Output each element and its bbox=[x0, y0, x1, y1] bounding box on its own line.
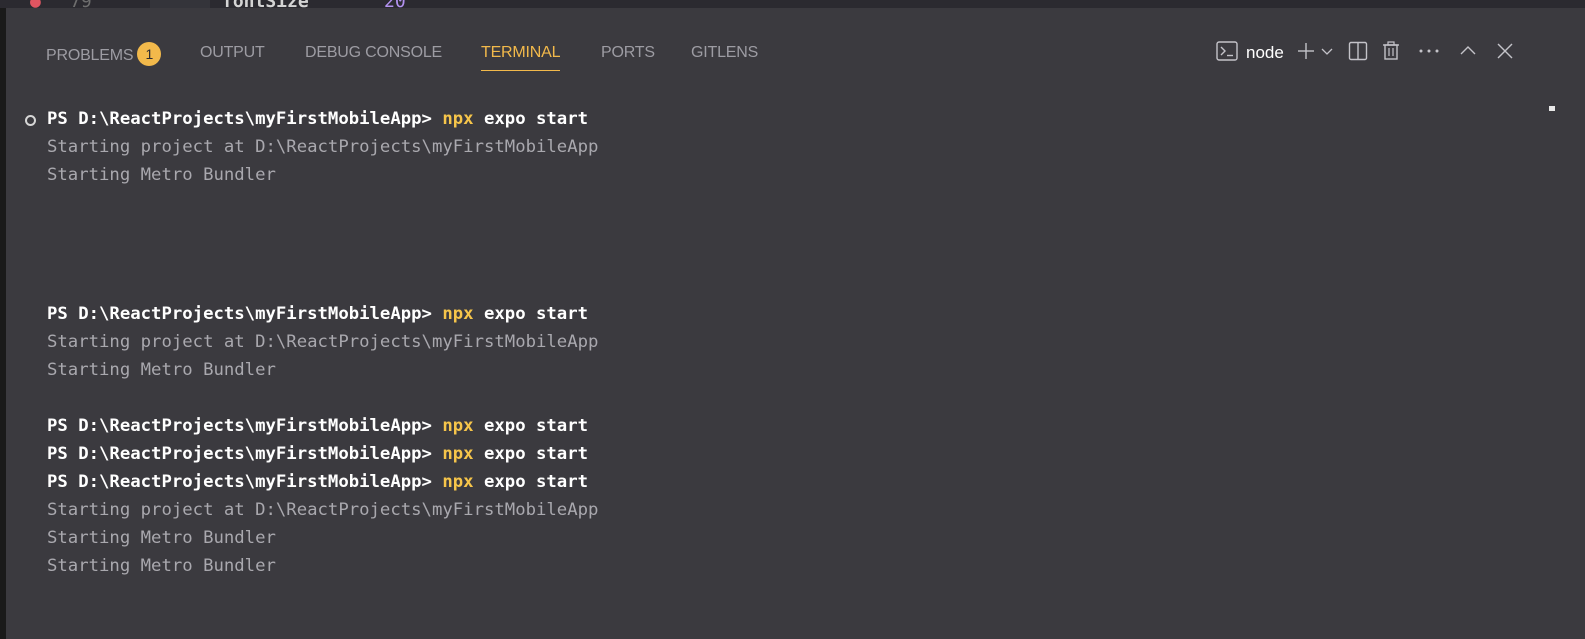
editor-code-value: 20 bbox=[384, 0, 406, 8]
prompt-text: PS D:\ReactProjects\myFirstMobileApp> bbox=[47, 304, 443, 324]
tab-debug-console[interactable]: DEBUG CONSOLE bbox=[305, 44, 442, 62]
tab-debug-console-label: DEBUG CONSOLE bbox=[305, 44, 442, 61]
split-terminal-button[interactable] bbox=[1348, 41, 1368, 65]
trash-icon bbox=[1382, 41, 1400, 65]
terminal-output[interactable]: PS D:\ReactProjects\myFirstMobileApp> np… bbox=[6, 106, 1546, 639]
command-args: expo start bbox=[473, 416, 589, 436]
tab-output[interactable]: OUTPUT bbox=[200, 44, 265, 62]
command-npx: npx bbox=[442, 304, 474, 324]
tab-gitlens-label: GITLENS bbox=[691, 44, 759, 61]
terminal-output-line: Starting project at D:\ReactProjects\myF… bbox=[47, 332, 599, 352]
problems-count-badge: 1 bbox=[137, 42, 162, 66]
split-icon bbox=[1348, 41, 1368, 65]
more-actions-button[interactable] bbox=[1418, 41, 1440, 65]
prompt-text: PS D:\ReactProjects\myFirstMobileApp> bbox=[47, 416, 443, 436]
terminal-selector[interactable]: node bbox=[1216, 41, 1284, 65]
terminal-command-line: PS D:\ReactProjects\myFirstMobileApp> np… bbox=[47, 106, 588, 134]
command-args: expo start bbox=[473, 444, 589, 464]
command-npx: npx bbox=[442, 472, 474, 492]
tab-problems-label: PROBLEMS bbox=[46, 47, 134, 65]
editor-line-number: 79 bbox=[70, 0, 92, 8]
editor-peek: ● 79 fontSize 20 bbox=[0, 0, 1585, 8]
bottom-panel: PROBLEMS 1 OUTPUT DEBUG CONSOLE TERMINAL … bbox=[6, 8, 1585, 639]
close-icon bbox=[1496, 41, 1514, 65]
tab-terminal[interactable]: TERMINAL bbox=[481, 44, 561, 71]
terminal-command-line: PS D:\ReactProjects\myFirstMobileApp> np… bbox=[47, 301, 588, 329]
terminal-actions: node bbox=[1216, 38, 1514, 68]
terminal-command-line: PS D:\ReactProjects\myFirstMobileApp> np… bbox=[47, 413, 588, 441]
prompt-text: PS D:\ReactProjects\myFirstMobileApp> bbox=[47, 444, 443, 464]
editor-code-fragment: fontSize bbox=[222, 0, 309, 8]
launch-profile-button[interactable] bbox=[1320, 41, 1334, 65]
editor-gutter bbox=[150, 0, 210, 8]
command-args: expo start bbox=[473, 304, 589, 324]
chevron-down-icon bbox=[1320, 41, 1334, 65]
terminal-output-line: Starting Metro Bundler bbox=[47, 360, 276, 380]
terminal-command-line: PS D:\ReactProjects\myFirstMobileApp> np… bbox=[47, 469, 588, 497]
terminal-scrollbar[interactable] bbox=[1547, 102, 1585, 639]
breakpoint-dot: ● bbox=[30, 0, 41, 8]
command-npx: npx bbox=[442, 109, 474, 129]
command-npx: npx bbox=[442, 444, 474, 464]
panel-tab-bar: PROBLEMS 1 OUTPUT DEBUG CONSOLE TERMINAL … bbox=[6, 8, 1585, 71]
active-tab-indicator bbox=[481, 70, 561, 71]
prompt-text: PS D:\ReactProjects\myFirstMobileApp> bbox=[47, 472, 443, 492]
kill-terminal-button[interactable] bbox=[1382, 41, 1400, 65]
command-decoration-icon bbox=[25, 115, 36, 126]
terminal-name: node bbox=[1246, 43, 1284, 62]
tab-output-label: OUTPUT bbox=[200, 44, 265, 61]
prompt-text: PS D:\ReactProjects\myFirstMobileApp> bbox=[47, 109, 443, 129]
terminal-icon bbox=[1216, 41, 1238, 65]
scrollbar-cursor-marker bbox=[1549, 106, 1555, 111]
tab-ports-label: PORTS bbox=[601, 44, 655, 61]
terminal-output-line: Starting project at D:\ReactProjects\myF… bbox=[47, 500, 599, 520]
close-panel-button[interactable] bbox=[1496, 41, 1514, 65]
tab-ports[interactable]: PORTS bbox=[601, 44, 655, 62]
terminal-output-line: Starting Metro Bundler bbox=[47, 528, 276, 548]
tab-gitlens[interactable]: GITLENS bbox=[691, 44, 758, 62]
command-args: expo start bbox=[473, 109, 589, 129]
plus-icon bbox=[1296, 41, 1316, 65]
new-terminal-button[interactable] bbox=[1296, 41, 1316, 65]
terminal-output-line: Starting Metro Bundler bbox=[47, 165, 276, 185]
terminal-output-line: Starting Metro Bundler bbox=[47, 556, 276, 576]
terminal-command-line: PS D:\ReactProjects\myFirstMobileApp> np… bbox=[47, 441, 588, 469]
tab-problems[interactable]: PROBLEMS 1 bbox=[46, 42, 162, 68]
terminal-output-line: Starting project at D:\ReactProjects\myF… bbox=[47, 137, 599, 157]
ellipsis-icon bbox=[1418, 41, 1440, 65]
command-npx: npx bbox=[442, 416, 474, 436]
chevron-up-icon bbox=[1458, 41, 1478, 65]
tab-terminal-label: TERMINAL bbox=[481, 44, 561, 61]
maximize-panel-button[interactable] bbox=[1458, 41, 1478, 65]
command-args: expo start bbox=[473, 472, 589, 492]
